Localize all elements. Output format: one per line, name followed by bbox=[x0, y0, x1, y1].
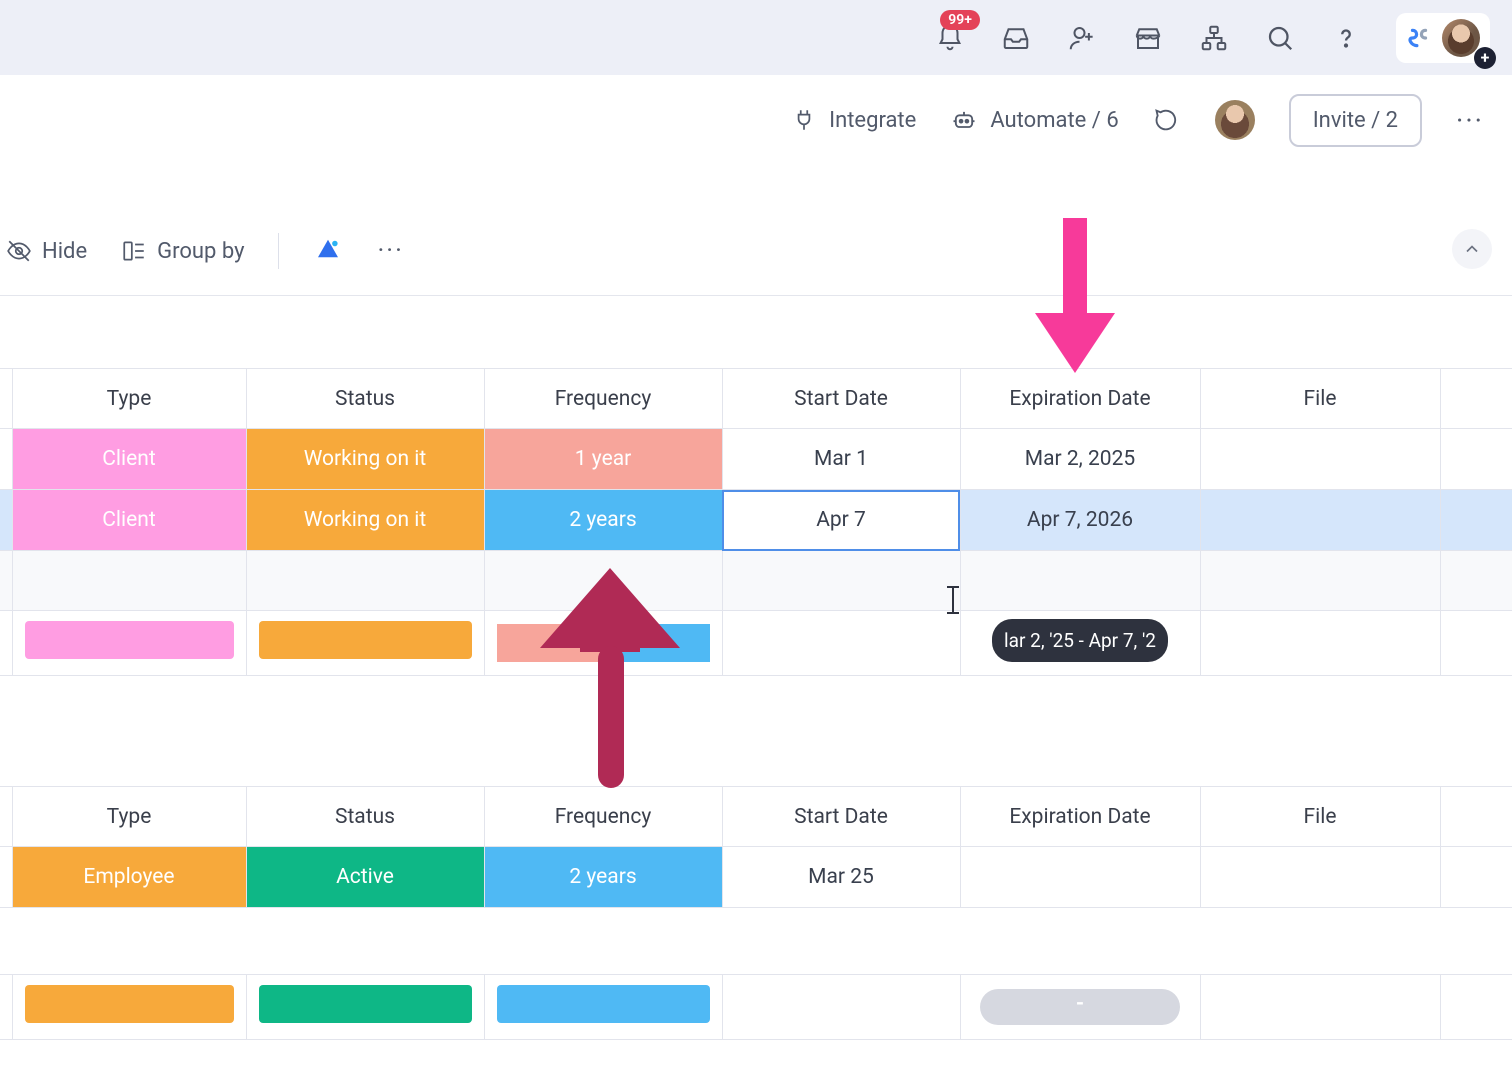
chat-icon bbox=[1153, 106, 1181, 134]
col-type[interactable]: Type bbox=[12, 787, 246, 847]
global-top-bar: 99+ + bbox=[0, 0, 1512, 75]
col-frequency[interactable]: Frequency bbox=[484, 787, 722, 847]
col-status[interactable]: Status bbox=[246, 369, 484, 429]
group-by-label: Group by bbox=[157, 239, 244, 264]
col-expiration[interactable]: Expiration Date bbox=[960, 787, 1200, 847]
cell-status[interactable]: Working on it bbox=[247, 429, 484, 489]
expiration-placeholder: - bbox=[980, 989, 1180, 1025]
cell-frequency[interactable]: 2 years bbox=[485, 490, 722, 550]
cell-frequency[interactable]: 2 years bbox=[485, 847, 722, 907]
col-status[interactable]: Status bbox=[246, 787, 484, 847]
table-header-row: Type Status Frequency Start Date Expirat… bbox=[0, 787, 1512, 847]
col-type[interactable]: Type bbox=[12, 369, 246, 429]
table-row[interactable]: Client Working on it 1 year Mar 1 Mar 2,… bbox=[0, 429, 1512, 490]
summary-chip-status bbox=[259, 621, 472, 659]
board-toolbar: Integrate Automate / 6 Invite / 2 ··· bbox=[0, 75, 1512, 165]
summary-chip-frequency-a bbox=[497, 624, 604, 662]
cell-status[interactable]: Active bbox=[247, 847, 484, 907]
invite-button[interactable]: Invite / 2 bbox=[1289, 94, 1422, 147]
group-summary-row: - bbox=[0, 975, 1512, 1040]
eye-off-icon bbox=[6, 238, 32, 264]
search-icon[interactable] bbox=[1264, 22, 1296, 54]
col-file[interactable]: File bbox=[1200, 787, 1440, 847]
cell-expiration[interactable]: Mar 2, 2025 bbox=[960, 429, 1200, 490]
col-start-date[interactable]: Start Date bbox=[722, 369, 960, 429]
board-more-menu[interactable]: ··· bbox=[1456, 104, 1484, 137]
person-plus-icon[interactable] bbox=[1066, 22, 1098, 54]
app-icon[interactable] bbox=[313, 236, 343, 266]
help-icon[interactable] bbox=[1330, 22, 1362, 54]
cell-start-date[interactable]: Mar 1 bbox=[722, 429, 960, 490]
cell-frequency[interactable]: 1 year bbox=[485, 429, 722, 489]
board-owner-avatar[interactable] bbox=[1215, 100, 1255, 140]
col-expiration[interactable]: Expiration Date bbox=[960, 369, 1200, 429]
board-table-group-2: Type Status Frequency Start Date Expirat… bbox=[0, 786, 1512, 908]
integrate-button[interactable]: Integrate bbox=[791, 107, 916, 133]
col-frequency[interactable]: Frequency bbox=[484, 369, 722, 429]
org-chart-icon[interactable] bbox=[1198, 22, 1230, 54]
account-menu[interactable]: + bbox=[1396, 13, 1490, 63]
hide-columns-button[interactable]: Hide bbox=[6, 238, 87, 264]
integrate-label: Integrate bbox=[829, 108, 916, 133]
view-controls: Hide Group by ··· bbox=[0, 233, 1512, 296]
inbox-icon[interactable] bbox=[1000, 22, 1032, 54]
table-header-row: Type Status Frequency Start Date Expirat… bbox=[0, 369, 1512, 429]
view-more-menu[interactable]: ··· bbox=[377, 236, 403, 266]
cell-type[interactable]: Client bbox=[13, 429, 246, 489]
chevron-up-icon bbox=[1462, 239, 1482, 259]
summary-chip-type bbox=[25, 621, 234, 659]
board-table-group-1: Type Status Frequency Start Date Expirat… bbox=[0, 368, 1512, 676]
cell-status[interactable]: Working on it bbox=[247, 490, 484, 550]
group-icon bbox=[121, 238, 147, 264]
automate-button[interactable]: Automate / 6 bbox=[950, 106, 1118, 134]
summary-chip-type bbox=[25, 985, 234, 1023]
cell-type[interactable]: Client bbox=[13, 490, 246, 550]
table-row[interactable]: Client Working on it 2 years Apr 7 Apr 7… bbox=[0, 490, 1512, 551]
col-start-date[interactable]: Start Date bbox=[722, 787, 960, 847]
cell-expiration[interactable]: Apr 7, 2026 bbox=[960, 490, 1200, 551]
conversation-button[interactable] bbox=[1153, 106, 1181, 134]
add-item-row[interactable] bbox=[0, 551, 1512, 611]
cell-start-date[interactable]: Mar 25 bbox=[722, 847, 960, 908]
summary-chip-status bbox=[259, 985, 472, 1023]
divider bbox=[278, 233, 279, 269]
storefront-icon[interactable] bbox=[1132, 22, 1164, 54]
collapse-group-button[interactable] bbox=[1452, 229, 1492, 269]
notification-badge: 99+ bbox=[940, 10, 980, 30]
cell-expiration[interactable] bbox=[960, 847, 1200, 908]
table-row[interactable]: Employee Active 2 years Mar 25 bbox=[0, 847, 1512, 908]
board-table-group-2-summary: - bbox=[0, 974, 1512, 1040]
automate-label: Automate / 6 bbox=[990, 108, 1118, 133]
expiration-range-tooltip: lar 2, '25 - Apr 7, '2 bbox=[992, 619, 1168, 662]
cell-file[interactable] bbox=[1200, 490, 1440, 551]
robot-icon bbox=[950, 106, 978, 134]
cell-type[interactable]: Employee bbox=[13, 847, 246, 907]
summary-chip-frequency-b bbox=[603, 624, 710, 662]
avatar bbox=[1442, 19, 1480, 57]
col-file[interactable]: File bbox=[1200, 369, 1440, 429]
invite-label: Invite / 2 bbox=[1313, 108, 1398, 133]
plug-icon bbox=[791, 107, 817, 133]
hide-label: Hide bbox=[42, 239, 87, 264]
brand-icon bbox=[1406, 25, 1432, 51]
group-by-button[interactable]: Group by bbox=[121, 238, 244, 264]
summary-chip-frequency bbox=[497, 985, 710, 1023]
cell-file[interactable] bbox=[1200, 847, 1440, 908]
group-summary-row: lar 2, '25 - Apr 7, '2 bbox=[0, 611, 1512, 676]
avatar-plus-icon: + bbox=[1474, 47, 1496, 69]
bell-icon[interactable]: 99+ bbox=[934, 22, 966, 54]
cell-file[interactable] bbox=[1200, 429, 1440, 490]
cell-start-date[interactable]: Apr 7 bbox=[722, 490, 960, 551]
